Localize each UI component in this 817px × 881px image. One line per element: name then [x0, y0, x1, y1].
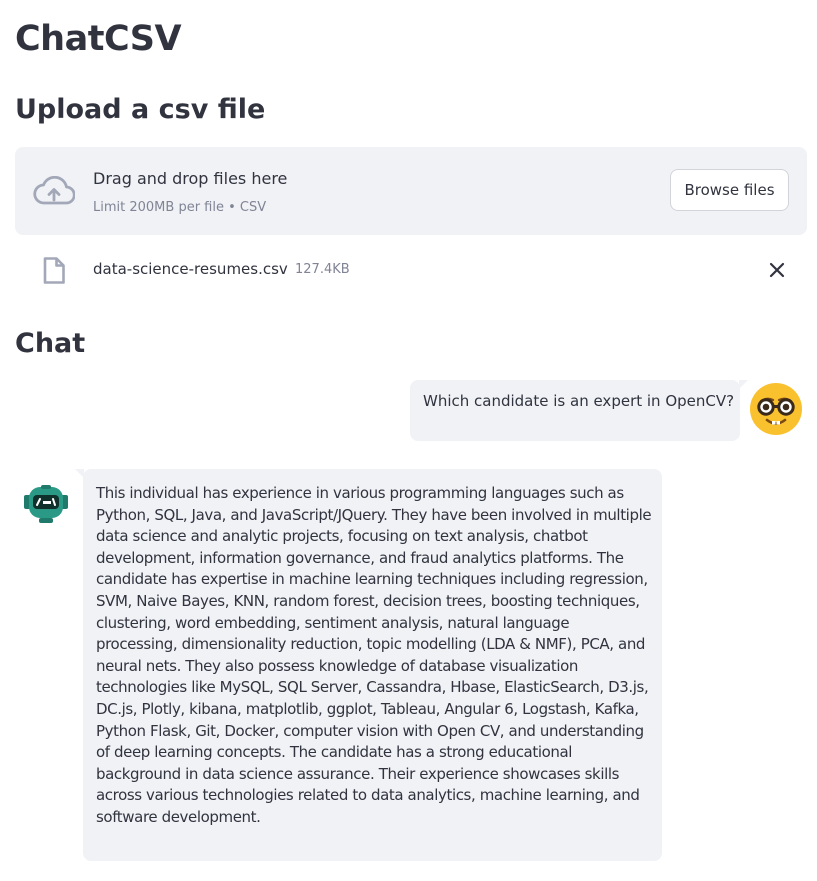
browse-files-button[interactable]: Browse files	[670, 169, 789, 211]
app-title: ChatCSV	[15, 19, 182, 59]
uploaded-file-row: data-science-resumes.csv 127.4KB	[15, 250, 807, 290]
page: ChatCSV Upload a csv file Drag and drop …	[0, 0, 817, 881]
assistant-message: This individual has experience in variou…	[75, 469, 662, 861]
file-size: 127.4KB	[295, 262, 350, 277]
cloud-upload-icon	[33, 176, 75, 205]
nerd-face-emoji-avatar	[750, 383, 802, 435]
close-icon[interactable]	[768, 261, 786, 279]
upload-section-title: Upload a csv file	[15, 94, 266, 125]
dropzone-limit-hint: Limit 200MB per file • CSV	[93, 200, 267, 215]
user-message: Which candidate is an expert in OpenCV?	[410, 380, 748, 441]
file-dropzone[interactable]: Drag and drop files here Limit 200MB per…	[15, 147, 807, 235]
robot-avatar-icon	[24, 485, 68, 523]
file-icon	[43, 257, 65, 284]
dropzone-instructions: Drag and drop files here	[93, 169, 288, 188]
chat-section-title: Chat	[15, 328, 86, 359]
file-name: data-science-resumes.csv	[93, 260, 288, 278]
